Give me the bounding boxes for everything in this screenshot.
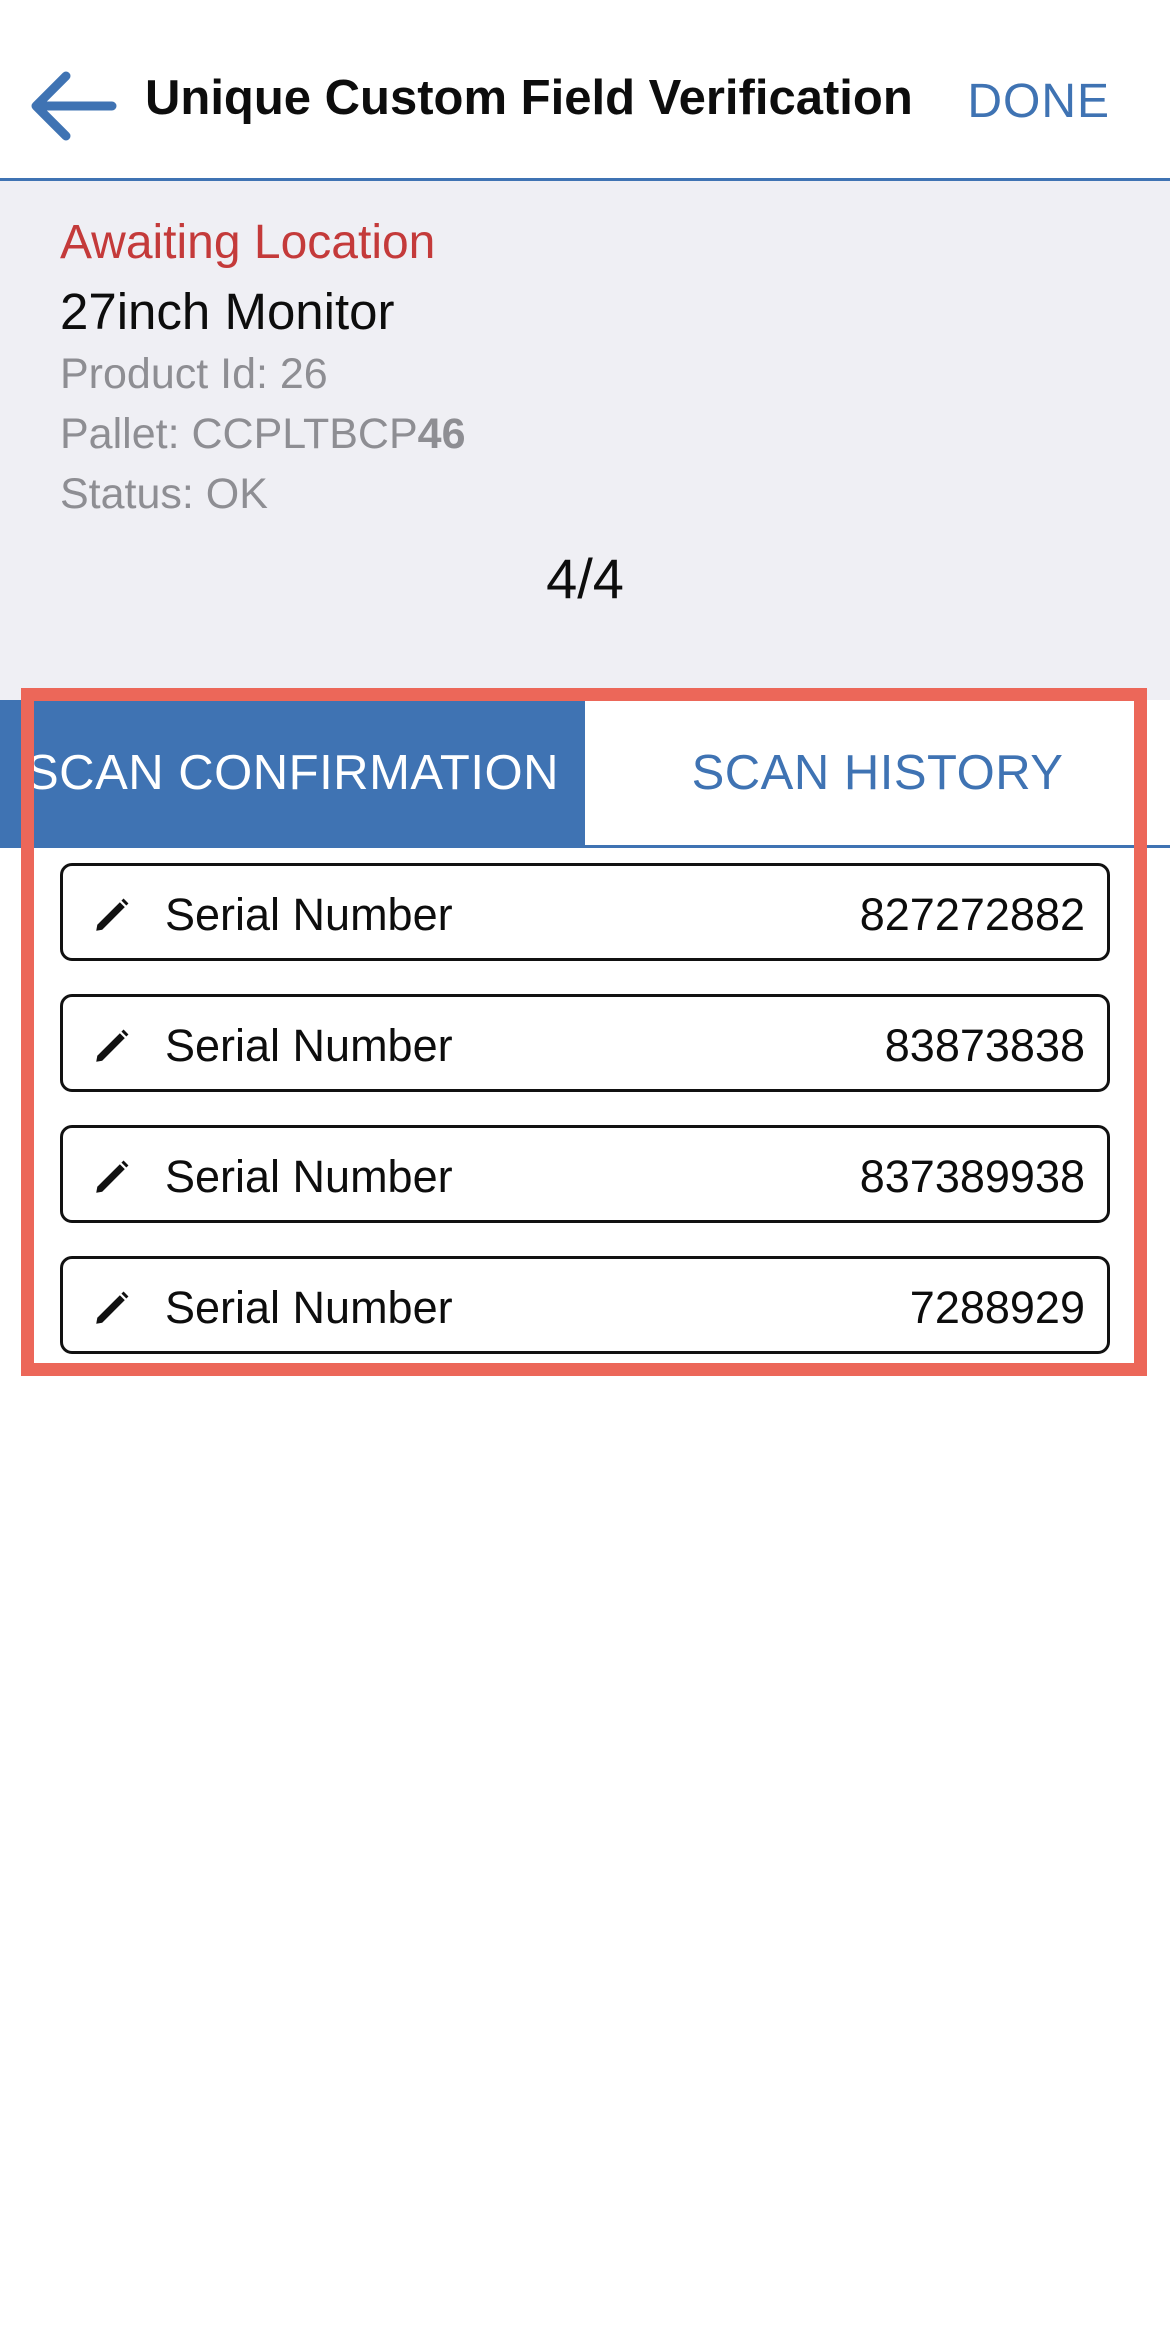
tab-bar: SCAN CONFIRMATION SCAN HISTORY <box>0 700 1170 848</box>
serial-number-list: Serial Number 827272882 Serial Number 83… <box>60 863 1110 1387</box>
tab-scan-confirmation[interactable]: SCAN CONFIRMATION <box>0 700 585 845</box>
page: Unique Custom Field Verification DONE Aw… <box>0 0 1170 2350</box>
item-status: Status: OK <box>60 470 268 518</box>
arrow-left-icon <box>31 71 117 141</box>
row-label: Serial Number <box>165 1151 453 1202</box>
back-button[interactable] <box>22 56 122 156</box>
header-bar: Unique Custom Field Verification DONE <box>0 0 1170 181</box>
pallet-suffix: 46 <box>417 410 466 458</box>
list-item[interactable]: Serial Number 827272882 <box>60 863 1110 961</box>
tab-scan-history[interactable]: SCAN HISTORY <box>585 700 1170 845</box>
list-item[interactable]: Serial Number 83873838 <box>60 994 1110 1092</box>
product-name: 27inch Monitor <box>60 283 395 340</box>
row-value: 827272882 <box>859 889 1085 940</box>
row-label: Serial Number <box>165 1020 453 1071</box>
pallet-id: Pallet: CCPLTBCP46 <box>60 413 466 456</box>
row-label: Serial Number <box>165 889 453 940</box>
pencil-icon <box>96 1029 129 1062</box>
pencil-icon <box>96 1291 129 1324</box>
row-value: 7288929 <box>909 1282 1085 1333</box>
row-value: 83873838 <box>884 1020 1085 1071</box>
done-button[interactable]: DONE <box>967 78 1110 126</box>
pencil-icon <box>96 1160 129 1193</box>
scan-counter: 4/4 <box>546 547 624 610</box>
row-value: 837389938 <box>859 1151 1085 1202</box>
product-id: Product Id: 26 <box>60 350 328 398</box>
page-title: Unique Custom Field Verification <box>145 71 913 125</box>
list-item[interactable]: Serial Number 7288929 <box>60 1256 1110 1354</box>
item-info-panel: Awaiting Location 27inch Monitor Product… <box>0 181 1170 700</box>
location-status: Awaiting Location <box>60 216 436 269</box>
pallet-prefix: Pallet: CCPLTBCP <box>60 410 418 458</box>
list-item[interactable]: Serial Number 837389938 <box>60 1125 1110 1223</box>
pencil-icon <box>96 898 129 931</box>
row-label: Serial Number <box>165 1282 453 1333</box>
